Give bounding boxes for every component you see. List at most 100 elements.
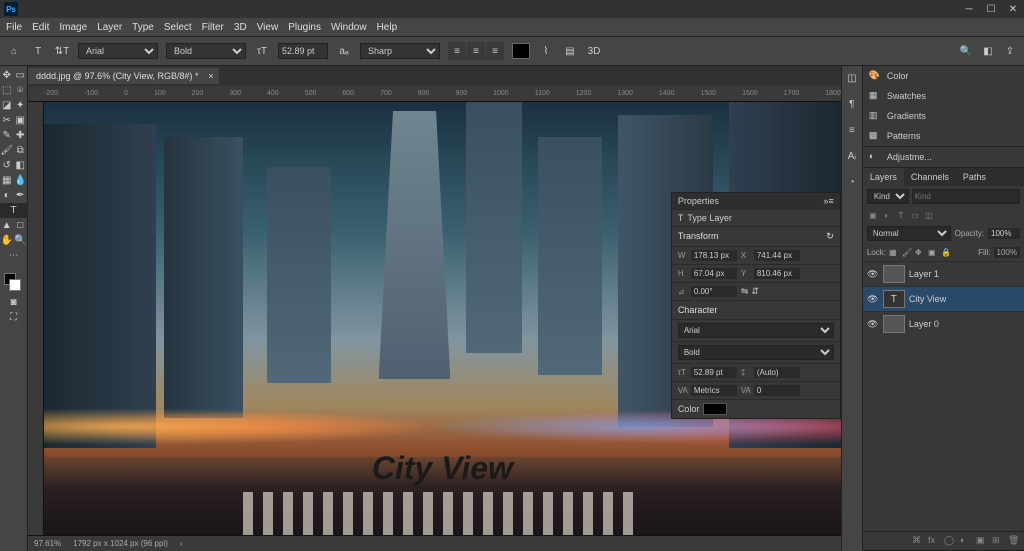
layer-row[interactable]: 👁 T City View	[863, 286, 1024, 311]
strip-icon-1[interactable]: ◫	[844, 70, 860, 86]
menu-window[interactable]: Window	[331, 22, 367, 33]
prop-color-swatch[interactable]	[703, 403, 727, 415]
character-panel-icon[interactable]: ▤	[562, 43, 578, 59]
layer-style-icon[interactable]: fx	[928, 535, 940, 547]
align-right-button[interactable]: ≡	[486, 42, 504, 60]
layer-thumbnail[interactable]: T	[883, 290, 905, 308]
toggle-orientation-icon[interactable]: ⇅T	[54, 43, 70, 59]
zoom-tool[interactable]: 🔍	[14, 233, 28, 248]
strip-icon-3[interactable]: ≡	[844, 122, 860, 138]
menu-file[interactable]: File	[6, 22, 22, 33]
visibility-icon[interactable]: 👁	[867, 294, 879, 305]
3d-button[interactable]: 3D	[586, 43, 602, 59]
close-tab-icon[interactable]: ×	[208, 71, 213, 81]
prop-size[interactable]: 52.89 pt	[691, 367, 737, 378]
strip-icon-5[interactable]: ◔	[844, 174, 860, 190]
layer-thumbnail[interactable]	[883, 265, 905, 283]
strip-icon-2[interactable]: ¶	[844, 96, 860, 112]
screenmode-button[interactable]: ⛶	[0, 310, 28, 325]
tab-channels[interactable]: Channels	[904, 168, 956, 186]
filter-shape-icon[interactable]: ▭	[909, 209, 921, 221]
eraser-tool[interactable]: ◧	[14, 158, 28, 173]
flip-v-icon[interactable]: ⇵	[751, 286, 759, 297]
warp-text-icon[interactable]: ⌇	[538, 43, 554, 59]
menu-filter[interactable]: Filter	[202, 22, 224, 33]
edit-toolbar-button[interactable]: ⋯	[0, 248, 28, 263]
y-value[interactable]: 810.46 px	[754, 268, 800, 279]
gradients-panel-header[interactable]: ▥Gradients	[863, 106, 1024, 126]
artboard-tool[interactable]: ▭	[14, 68, 28, 83]
menu-layer[interactable]: Layer	[97, 22, 122, 33]
filter-adjust-icon[interactable]: ◐	[881, 209, 893, 221]
strip-icon-4[interactable]: Aᵢ	[844, 148, 860, 164]
font-size-input[interactable]	[278, 43, 328, 59]
layer-filter-select[interactable]: Kind	[867, 189, 909, 204]
canvas-text-layer[interactable]: City View	[372, 450, 513, 487]
font-style-select[interactable]: Bold	[166, 43, 246, 59]
layer-mask-icon[interactable]: ◯	[944, 535, 956, 547]
background-color[interactable]	[9, 279, 21, 291]
history-brush-tool[interactable]: ↺	[0, 158, 14, 173]
filter-type-icon[interactable]: T	[895, 209, 907, 221]
path-select-tool[interactable]: ▲	[0, 218, 14, 233]
link-layers-icon[interactable]: ⌘	[912, 535, 924, 547]
reset-icon[interactable]: ↻	[826, 231, 834, 242]
type-tool[interactable]: T	[0, 203, 28, 218]
quickmask-button[interactable]: ◙	[0, 295, 28, 310]
clone-tool[interactable]: ⧉	[14, 143, 28, 158]
menu-type[interactable]: Type	[132, 22, 154, 33]
patterns-panel-header[interactable]: ▩Patterns	[863, 126, 1024, 146]
workspace-icon[interactable]: ◧	[980, 43, 996, 59]
visibility-icon[interactable]: 👁	[867, 269, 879, 280]
opacity-value[interactable]: 100%	[988, 228, 1020, 239]
move-tool[interactable]: ✥	[0, 68, 14, 83]
rectangle-tool[interactable]: □	[14, 218, 28, 233]
menu-edit[interactable]: Edit	[32, 22, 49, 33]
zoom-level[interactable]: 97.61%	[34, 539, 61, 548]
lock-pos-icon[interactable]: ✥	[915, 248, 925, 258]
ruler-vertical[interactable]	[28, 102, 44, 535]
marquee-tool[interactable]: ⬚	[0, 83, 14, 98]
angle-value[interactable]: 0.00°	[691, 286, 737, 297]
text-color-swatch[interactable]	[512, 43, 530, 59]
crop-tool[interactable]: ✂	[0, 113, 14, 128]
filter-smart-icon[interactable]: ◫	[923, 209, 935, 221]
hand-tool[interactable]: ✋	[0, 233, 14, 248]
minimize-button[interactable]: ─	[962, 2, 976, 16]
menu-help[interactable]: Help	[377, 22, 398, 33]
canvas[interactable]: City View Properties»≡ TType Layer Trans…	[44, 102, 841, 535]
home-icon[interactable]: ⌂	[6, 43, 22, 59]
properties-panel[interactable]: Properties»≡ TType Layer Transform↻ W178…	[671, 192, 841, 419]
tab-layers[interactable]: Layers	[863, 168, 904, 186]
blend-mode-select[interactable]: Normal	[867, 226, 951, 241]
document-tab[interactable]: dddd.jpg @ 97.6% (City View, RGB/8#) * ×	[28, 68, 219, 84]
object-select-tool[interactable]: ◪	[0, 98, 14, 113]
brush-tool[interactable]: 🖌	[0, 143, 14, 158]
color-panel-header[interactable]: 🎨Color	[863, 66, 1024, 86]
magic-wand-tool[interactable]: ✦	[14, 98, 28, 113]
layer-row[interactable]: 👁 Layer 0	[863, 311, 1024, 336]
menu-select[interactable]: Select	[164, 22, 192, 33]
prop-leading[interactable]: (Auto)	[754, 367, 800, 378]
height-value[interactable]: 67.04 px	[691, 268, 737, 279]
layer-search-input[interactable]	[912, 189, 1020, 204]
flip-h-icon[interactable]: ⇋	[741, 286, 749, 297]
lock-image-icon[interactable]: 🖌	[902, 248, 912, 258]
close-button[interactable]: ✕	[1006, 2, 1020, 16]
frame-tool[interactable]: ▣	[14, 113, 28, 128]
prop-font-style[interactable]: Bold	[678, 345, 834, 360]
prop-kerning[interactable]: 0	[754, 385, 800, 396]
prop-font-family[interactable]: Arial	[678, 323, 834, 338]
share-icon[interactable]: ⇪	[1002, 43, 1018, 59]
status-chevron-icon[interactable]: ›	[180, 539, 183, 548]
menu-3d[interactable]: 3D	[234, 22, 247, 33]
delete-layer-icon[interactable]: 🗑	[1008, 535, 1020, 547]
eyedropper-tool[interactable]: ✎	[0, 128, 14, 143]
adjustment-layer-icon[interactable]: ◐	[960, 535, 972, 547]
layer-name[interactable]: City View	[909, 294, 946, 304]
filter-pixel-icon[interactable]: ▣	[867, 209, 879, 221]
pen-tool[interactable]: ✒	[14, 188, 28, 203]
layer-thumbnail[interactable]	[883, 315, 905, 333]
lock-nest-icon[interactable]: ▣	[928, 248, 938, 258]
font-family-select[interactable]: Arial	[78, 43, 158, 59]
